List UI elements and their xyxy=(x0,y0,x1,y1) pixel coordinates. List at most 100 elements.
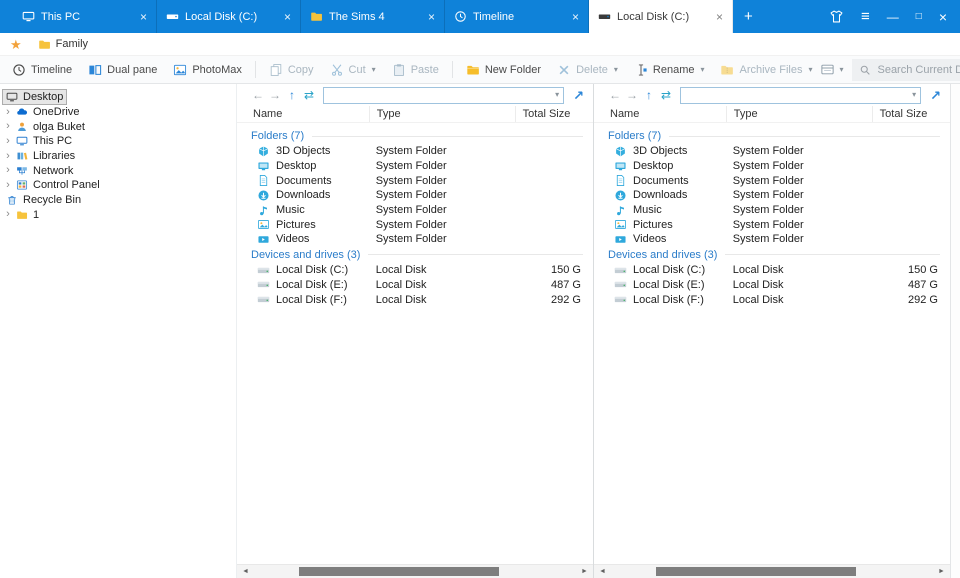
dropdown-arrow-icon[interactable]: ▾ xyxy=(614,66,618,74)
search-input[interactable] xyxy=(877,64,960,76)
group-header[interactable]: Devices and drives (3) xyxy=(594,247,950,263)
address-bar[interactable]: ▾ xyxy=(680,87,921,104)
forward-button[interactable]: → xyxy=(625,89,639,101)
file-row-pictures[interactable]: PicturesSystem Folder xyxy=(237,217,593,232)
horizontal-scrollbar[interactable]: ◄► xyxy=(237,564,593,578)
archive-files-button[interactable]: Archive Files▾ xyxy=(712,59,820,81)
tab-close-icon[interactable]: × xyxy=(280,10,291,24)
sidebar-item-recycle-bin[interactable]: Recycle Bin xyxy=(0,193,236,208)
sidebar-item-olga-buket[interactable]: ›olga Buket xyxy=(0,119,236,134)
sidebar-item-libraries[interactable]: ›Libraries xyxy=(0,149,236,164)
file-row-documents[interactable]: DocumentsSystem Folder xyxy=(594,173,950,188)
file-row-downloads[interactable]: DownloadsSystem Folder xyxy=(237,188,593,203)
horizontal-scrollbar[interactable]: ◄► xyxy=(594,564,950,578)
file-row-local-disk-f[interactable]: Local Disk (F:)Local Disk292 G xyxy=(594,292,950,307)
tab-this-pc[interactable]: This PC× xyxy=(13,0,157,33)
file-row-desktop[interactable]: DesktopSystem Folder xyxy=(237,159,593,174)
expand-chevron-icon[interactable]: › xyxy=(3,136,13,147)
sidebar-item-network[interactable]: ›Network xyxy=(0,163,236,178)
rename-button[interactable]: Rename▾ xyxy=(626,59,713,81)
group-header[interactable]: Devices and drives (3) xyxy=(237,247,593,263)
dropdown-arrow-icon[interactable]: ▾ xyxy=(912,91,920,99)
scroll-right-icon[interactable]: ► xyxy=(576,568,593,575)
scrollbar-thumb[interactable] xyxy=(656,567,856,576)
file-row-music[interactable]: MusicSystem Folder xyxy=(237,203,593,218)
tab-close-icon[interactable]: × xyxy=(424,10,435,24)
timeline-button[interactable]: Timeline xyxy=(4,59,80,81)
tab-timeline[interactable]: Timeline× xyxy=(445,0,589,33)
cut-button[interactable]: Cut▾ xyxy=(322,59,384,81)
view-options-button[interactable]: ▾ xyxy=(820,62,843,77)
scrollbar-track[interactable] xyxy=(611,565,933,578)
back-button[interactable]: ← xyxy=(251,89,265,101)
favorites-star-icon[interactable]: ★ xyxy=(10,38,22,51)
file-row-local-disk-e[interactable]: Local Disk (E:)Local Disk487 G xyxy=(237,278,593,293)
go-button[interactable]: ↗ xyxy=(924,89,943,102)
shirt-icon[interactable] xyxy=(829,9,844,24)
address-input[interactable] xyxy=(681,89,911,101)
back-button[interactable]: ← xyxy=(608,89,622,101)
copy-button[interactable]: Copy xyxy=(261,59,322,81)
dropdown-arrow-icon[interactable]: ▾ xyxy=(839,66,843,74)
search-box[interactable] xyxy=(852,59,960,81)
scroll-left-icon[interactable]: ◄ xyxy=(594,568,611,575)
go-button[interactable]: ↗ xyxy=(567,89,586,102)
column-header-name[interactable]: Name xyxy=(237,106,369,122)
file-row-local-disk-f[interactable]: Local Disk (F:)Local Disk292 G xyxy=(237,292,593,307)
file-row-videos[interactable]: VideosSystem Folder xyxy=(237,232,593,247)
scrollbar-thumb[interactable] xyxy=(299,567,499,576)
expand-chevron-icon[interactable]: › xyxy=(3,121,13,132)
photomax-button[interactable]: PhotoMax xyxy=(165,59,250,81)
column-header-total-size[interactable]: Total Size xyxy=(515,106,593,122)
new-folder-button[interactable]: New Folder xyxy=(458,59,549,81)
address-bar[interactable]: ▾ xyxy=(323,87,564,104)
sidebar-item-onedrive[interactable]: ›OneDrive xyxy=(0,105,236,120)
file-row-pictures[interactable]: PicturesSystem Folder xyxy=(594,217,950,232)
expand-chevron-icon[interactable]: › xyxy=(3,209,13,220)
up-button[interactable]: ↑ xyxy=(285,89,299,101)
dropdown-arrow-icon[interactable]: ▾ xyxy=(700,66,704,74)
file-row-local-disk-c[interactable]: Local Disk (C:)Local Disk150 G xyxy=(594,263,950,278)
tab-close-icon[interactable]: × xyxy=(712,10,723,24)
column-header-type[interactable]: Type xyxy=(369,106,515,122)
maximize-button[interactable]: □ xyxy=(916,12,922,22)
file-row-downloads[interactable]: DownloadsSystem Folder xyxy=(594,188,950,203)
close-button[interactable]: × xyxy=(939,10,947,24)
address-input[interactable] xyxy=(324,89,554,101)
dropdown-arrow-icon[interactable]: ▾ xyxy=(555,91,563,99)
tab-close-icon[interactable]: × xyxy=(136,10,147,24)
file-row-music[interactable]: MusicSystem Folder xyxy=(594,203,950,218)
expand-chevron-icon[interactable]: › xyxy=(3,165,13,176)
group-header[interactable]: Folders (7) xyxy=(237,128,593,144)
new-tab-button[interactable]: + xyxy=(733,0,764,33)
tab-the-sims-4[interactable]: The Sims 4× xyxy=(301,0,445,33)
refresh-button[interactable]: ⇄ xyxy=(659,89,673,101)
sidebar-item-desktop[interactable]: Desktop xyxy=(0,90,236,105)
column-header-total-size[interactable]: Total Size xyxy=(872,106,950,122)
file-row-local-disk-e[interactable]: Local Disk (E:)Local Disk487 G xyxy=(594,278,950,293)
sidebar-item-control-panel[interactable]: ›Control Panel xyxy=(0,178,236,193)
tab-local-disk-c[interactable]: Local Disk (C:)× xyxy=(157,0,301,33)
dropdown-arrow-icon[interactable]: ▾ xyxy=(808,66,812,74)
tab-close-icon[interactable]: × xyxy=(568,10,579,24)
up-button[interactable]: ↑ xyxy=(642,89,656,101)
group-header[interactable]: Folders (7) xyxy=(594,128,950,144)
file-row-documents[interactable]: DocumentsSystem Folder xyxy=(237,173,593,188)
file-row-3d-objects[interactable]: 3D ObjectsSystem Folder xyxy=(594,144,950,159)
favorite-family[interactable]: Family xyxy=(38,38,88,51)
refresh-button[interactable]: ⇄ xyxy=(302,89,316,101)
file-row-3d-objects[interactable]: 3D ObjectsSystem Folder xyxy=(237,144,593,159)
scrollbar-track[interactable] xyxy=(254,565,576,578)
file-row-videos[interactable]: VideosSystem Folder xyxy=(594,232,950,247)
column-header-type[interactable]: Type xyxy=(726,106,872,122)
paste-button[interactable]: Paste xyxy=(384,59,447,81)
tab-local-disk-c[interactable]: Local Disk (C:)× xyxy=(589,0,733,33)
delete-button[interactable]: Delete▾ xyxy=(549,59,626,81)
scroll-left-icon[interactable]: ◄ xyxy=(237,568,254,575)
file-row-local-disk-c[interactable]: Local Disk (C:)Local Disk150 G xyxy=(237,263,593,278)
sidebar-item-this-pc[interactable]: ›This PC xyxy=(0,134,236,149)
expand-chevron-icon[interactable]: › xyxy=(3,107,13,118)
scroll-right-icon[interactable]: ► xyxy=(933,568,950,575)
dropdown-arrow-icon[interactable]: ▾ xyxy=(372,66,376,74)
forward-button[interactable]: → xyxy=(268,89,282,101)
